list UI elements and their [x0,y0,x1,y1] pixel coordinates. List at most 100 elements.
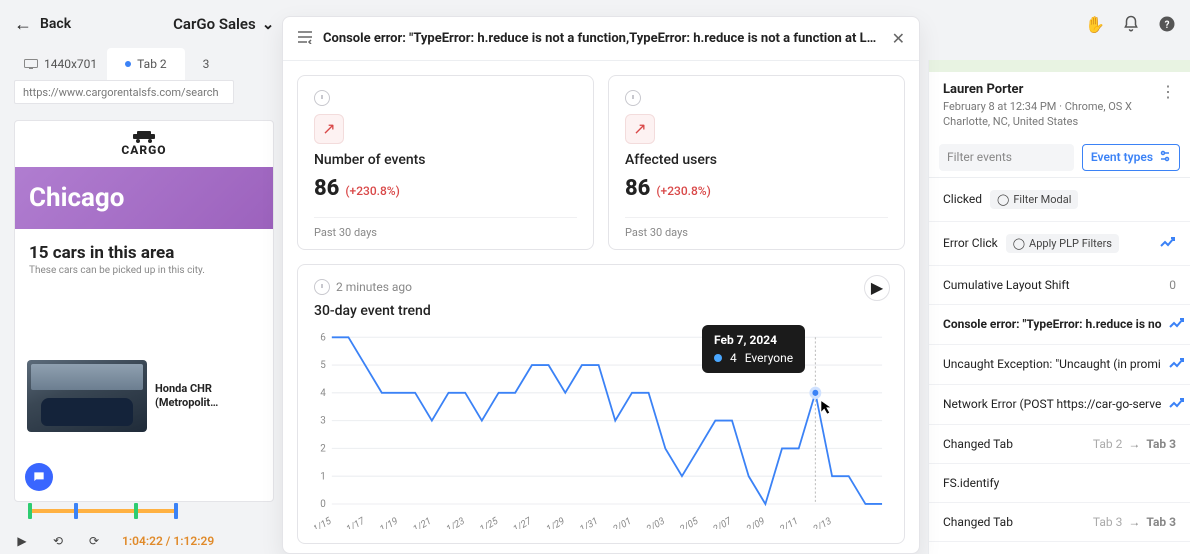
event-label: Changed Tab [943,515,1013,529]
event-label: Clicked [943,192,982,206]
trend-chart[interactable]: 01234561/151/171/191/211/231/251/271/291… [314,331,888,529]
event-value: 0 [1169,278,1176,292]
metric-value: 86 [625,176,650,201]
event-row[interactable]: Changed TabTab 2 → Tab 3 [929,425,1190,464]
svg-text:2/03: 2/03 [645,515,667,528]
chart-title: 30-day event trend [314,303,888,319]
chevron-down-icon: ⌄ [262,15,275,33]
trend-chart-card: 2 minutes ago ▶ 30-day event trend 01234… [297,264,905,544]
svg-text:1/27: 1/27 [511,515,534,529]
event-chip: ◯Filter Modal [990,190,1078,209]
wrap-text-icon[interactable] [297,29,313,48]
tab-3[interactable]: 3 [185,48,228,80]
clock-icon [625,90,641,106]
svg-text:2: 2 [320,443,326,454]
playback-time: 1:04:22 / 1:12:29 [122,534,214,548]
svg-text:1/31: 1/31 [578,515,600,528]
event-label: Cumulative Layout Shift [943,278,1070,292]
arrow-left-icon: ← [14,14,32,35]
event-types-button[interactable]: Event types [1082,144,1180,171]
trend-icon [1160,236,1176,251]
svg-text:1/19: 1/19 [378,515,400,528]
svg-text:1/21: 1/21 [411,515,433,528]
svg-text:5: 5 [320,360,326,371]
svg-text:0: 0 [320,498,326,509]
svg-text:2/07: 2/07 [712,515,735,529]
app-title-label: CarGo Sales [173,15,256,33]
results-subline: These cars can be picked up in this city… [29,265,259,276]
metric-value: 86 [314,176,339,201]
url-bar[interactable]: https://www.cargorentalsfs.com/search [14,80,234,104]
car-subtitle: (Metropolit… [155,396,218,410]
site-logo: CARGO [15,121,273,167]
event-row[interactable]: Uncaught Exception: "Uncaught (in promi [929,345,1190,385]
arrow-right-icon: → [1128,515,1140,529]
svg-text:?: ? [1165,20,1170,31]
svg-text:2/05: 2/05 [678,515,701,529]
skip-fwd-button[interactable]: ⟳ [86,534,102,548]
trend-up-icon: ↗ [314,114,344,144]
event-row[interactable]: Changed TabTab 3 → Tab 3 [929,503,1190,542]
event-row[interactable]: Cumulative Layout Shift 0 [929,266,1190,305]
arrow-right-icon: → [1128,437,1140,451]
metric-label: Affected users [625,152,888,168]
event-row[interactable]: Network Error (POST https://car-go-serve [929,385,1190,425]
user-name[interactable]: Lauren Porter [943,82,1132,97]
trend-up-icon: ↗ [625,114,655,144]
target-icon: ◯ [997,193,1009,206]
event-label: Network Error (POST https://car-go-serve [943,397,1161,411]
chart-tooltip: Feb 7, 2024 4 Everyone [702,325,805,373]
svg-text:1: 1 [320,471,326,482]
active-dot-icon [125,61,131,67]
svg-text:1/15: 1/15 [314,515,334,529]
event-label: Console error: "TypeError: h.reduce is n… [943,317,1161,331]
session-events-panel: Lauren Porter February 8 at 12:34 PM · C… [928,60,1190,554]
event-row[interactable]: FS.identify [929,464,1190,503]
close-icon[interactable]: ✕ [892,29,905,48]
chart-updated: 2 minutes ago [336,280,412,294]
metric-period: Past 30 days [314,217,577,239]
svg-text:2/11: 2/11 [778,515,800,528]
event-row[interactable]: Clicked ◯Filter Modal [929,178,1190,222]
map-banner [929,60,1190,72]
sliders-icon [1159,150,1171,165]
event-row[interactable]: Console error: "TypeError: h.reduce is n… [929,305,1190,345]
bell-icon[interactable] [1122,15,1140,33]
filter-events-input[interactable]: Filter events [939,144,1074,171]
svg-text:2/09: 2/09 [745,515,767,528]
trend-icon [1169,317,1185,332]
chart-play-button[interactable]: ▶ [864,275,890,301]
user-meta: February 8 at 12:34 PM · Chrome, OS X Ch… [943,99,1132,130]
svg-text:1/17: 1/17 [345,515,368,529]
grab-hand-icon[interactable]: ✋ [1086,15,1104,33]
results-headline: 15 cars in this area [29,243,259,263]
chat-bubble-icon[interactable] [25,463,53,491]
car-card[interactable]: Honda CHR (Metropolit… [27,360,261,432]
target-icon: ◯ [1013,237,1025,250]
clock-icon [314,90,330,106]
metric-card-users: ↗ Affected users 86 (+230.8%) Past 30 da… [608,75,905,250]
back-button[interactable]: ← Back [14,14,71,35]
metric-period: Past 30 days [625,217,888,239]
event-row[interactable]: Error Click◯Apply PLP Filters [929,222,1190,266]
kebab-icon[interactable]: ⋮ [1160,82,1176,101]
tab-2[interactable]: Tab 2 [107,48,184,80]
event-detail-modal: Console error: "TypeError: h.reduce is n… [282,16,920,554]
skip-back-button[interactable]: ⟲ [50,534,66,548]
event-label: Error Click [943,236,998,250]
help-icon[interactable]: ? [1158,15,1176,33]
event-label: FS.identify [943,476,999,490]
car-image [27,360,147,432]
event-label: Changed Tab [943,437,1013,451]
modal-title: Console error: "TypeError: h.reduce is n… [323,31,882,46]
app-title-dropdown[interactable]: CarGo Sales ⌄ [173,15,274,33]
session-preview: CARGO Chicago 15 cars in this area These… [14,120,274,502]
metric-delta: (+230.8%) [656,184,710,198]
play-button[interactable]: ▶ [14,534,30,548]
svg-text:6: 6 [320,332,326,343]
svg-text:1/23: 1/23 [445,515,467,528]
city-banner: Chicago [15,167,273,229]
back-label: Back [40,16,71,32]
metric-label: Number of events [314,152,577,168]
monitor-icon [24,59,38,69]
